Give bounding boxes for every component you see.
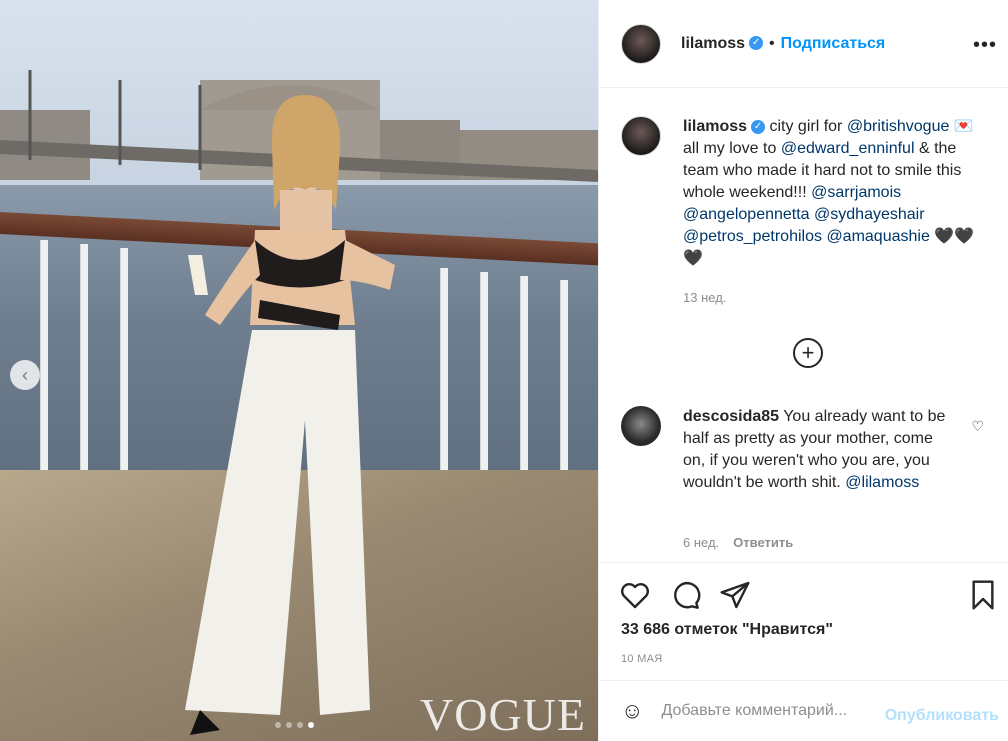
- vogue-watermark: VOGUE: [420, 689, 586, 740]
- share-send-icon[interactable]: [719, 579, 751, 611]
- comment-item: descosida85 You already want to be half …: [621, 406, 1001, 494]
- caption-fragment: city girl for: [769, 118, 843, 135]
- comment-bubble-icon[interactable]: [669, 579, 701, 611]
- mention-link[interactable]: @sydhayeshair: [814, 206, 925, 223]
- caption-text: lilamoss ✓ city girl for @britishvogue 💌 …: [683, 116, 983, 270]
- carousel-dot: [275, 722, 281, 728]
- post-actions: 33 686 отметок "Нравится" 10 МАЯ: [599, 562, 1008, 680]
- caption-username[interactable]: lilamoss: [683, 118, 747, 135]
- mention-link[interactable]: @edward_enninful: [781, 140, 915, 157]
- carousel-dot: [286, 722, 292, 728]
- emoji-picker-icon[interactable]: ☺: [621, 698, 643, 724]
- header-separator: •: [769, 34, 775, 52]
- author-username[interactable]: lilamoss ✓: [681, 35, 764, 53]
- verified-badge-icon: ✓: [751, 119, 766, 134]
- mention-link[interactable]: @angelopennetta: [683, 206, 810, 223]
- load-more-comments-button[interactable]: +: [793, 338, 823, 368]
- commenter-username[interactable]: descosida85: [683, 408, 779, 425]
- follow-button[interactable]: Подписаться: [781, 35, 886, 53]
- mention-link[interactable]: @lilamoss: [845, 474, 919, 491]
- post-caption: lilamoss ✓ city girl for @britishvogue 💌 …: [621, 116, 1001, 270]
- mention-link[interactable]: @amaquashie: [826, 228, 929, 245]
- post-side-panel: lilamoss ✓ • Подписаться ••• lilamoss ✓ ci…: [598, 0, 1008, 741]
- carousel-prev-button[interactable]: ‹: [10, 360, 40, 390]
- railing-post: [80, 244, 88, 504]
- publish-button[interactable]: Опубликовать: [885, 707, 999, 725]
- envelope-icon: 💌: [953, 118, 974, 135]
- reply-button[interactable]: Ответить: [733, 535, 793, 550]
- add-comment-bar: ☺ Опубликовать: [599, 680, 1008, 741]
- author-avatar[interactable]: [621, 23, 661, 64]
- comment-meta: 6 нед. Ответить: [683, 535, 793, 550]
- carousel-dot: [297, 722, 303, 728]
- mention-link[interactable]: @britishvogue: [847, 118, 950, 135]
- verified-badge-icon: ✓: [749, 36, 764, 51]
- carousel-dots: [275, 722, 314, 728]
- comment-timestamp[interactable]: 6 нед.: [683, 535, 719, 550]
- likes-count[interactable]: 33 686 отметок "Нравится": [621, 621, 833, 639]
- railing-post: [120, 248, 128, 508]
- more-options-icon[interactable]: •••: [973, 34, 997, 57]
- railing-post: [40, 240, 48, 500]
- save-bookmark-icon[interactable]: [967, 579, 999, 611]
- carousel-dot-active: [308, 722, 314, 728]
- commenter-avatar[interactable]: [621, 406, 661, 446]
- post-date[interactable]: 10 МАЯ: [621, 653, 663, 665]
- mention-link[interactable]: @sarrjamois: [811, 184, 901, 201]
- caption-timestamp[interactable]: 13 нед.: [683, 290, 726, 305]
- caption-avatar[interactable]: [621, 116, 661, 156]
- post-photo[interactable]: ‹ VOGUE: [0, 0, 598, 741]
- mention-link[interactable]: @petros_petrohilos: [683, 228, 822, 245]
- comment-like-icon[interactable]: ♡: [971, 418, 984, 435]
- comment-text: descosida85 You already want to be half …: [683, 406, 953, 494]
- photo-model-figure: [185, 95, 395, 735]
- like-heart-icon[interactable]: [619, 579, 651, 611]
- caption-fragment: all my love to: [683, 140, 777, 157]
- comment-input[interactable]: [661, 702, 862, 720]
- post-header: lilamoss ✓ • Подписаться •••: [599, 0, 1008, 88]
